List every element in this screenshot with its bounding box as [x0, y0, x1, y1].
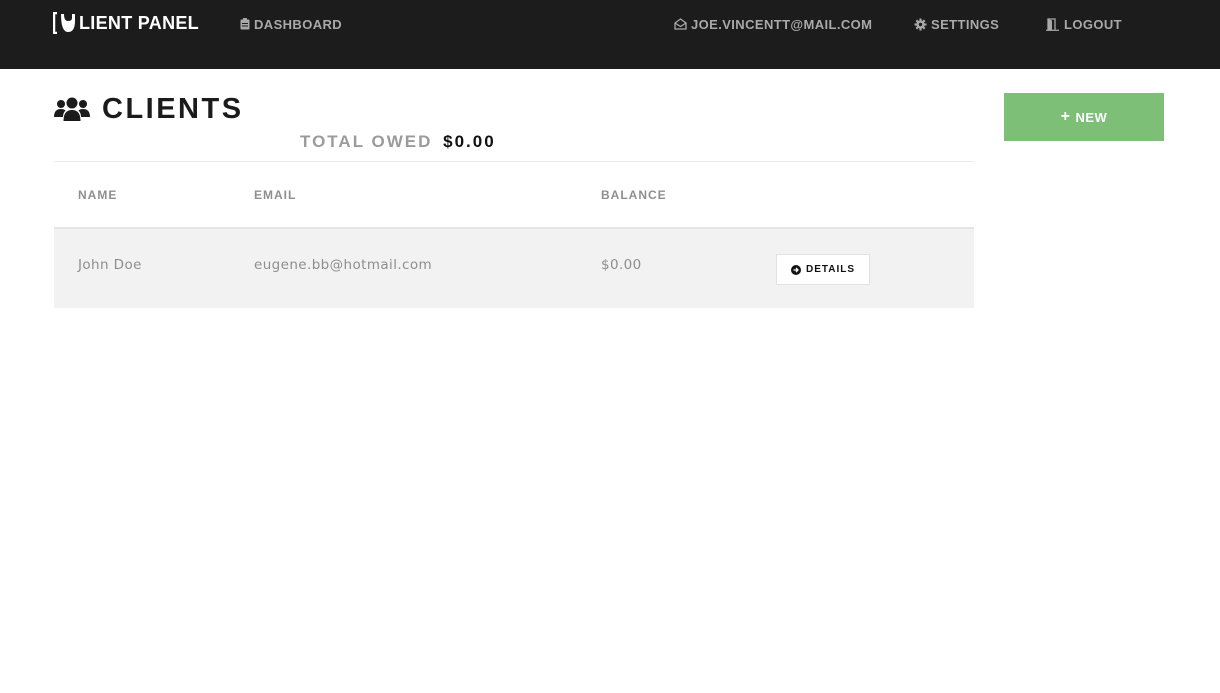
total-owed-value: $0.00 — [443, 132, 496, 151]
envelope-open-icon — [674, 18, 687, 30]
new-client-button-label: NEW — [1075, 109, 1108, 125]
brand-text: LIENT PANEL — [79, 12, 199, 33]
nav-logout-label: LOGOUT — [1064, 16, 1123, 32]
header-name: NAME — [78, 188, 118, 202]
client-balance: $0.00 — [601, 257, 642, 273]
page-title-text: CLIENTS — [102, 92, 244, 125]
brand-link[interactable]: LIENT PANEL — [52, 11, 199, 35]
nav-dashboard-label: DASHBOARD — [254, 16, 343, 32]
clipboard-icon — [240, 18, 250, 30]
nav-logout[interactable]: LOGOUT — [1046, 16, 1122, 32]
navbar: LIENT PANEL DASHBOARD JOE.VINCENTT@MAIL.… — [0, 0, 1220, 69]
nav-settings[interactable]: SETTINGS — [914, 16, 999, 32]
client-name: John Doe — [78, 257, 142, 273]
details-button[interactable]: DETAILS — [776, 254, 870, 285]
header-balance: BALANCE — [601, 188, 667, 202]
gear-icon — [914, 18, 927, 30]
new-client-button[interactable]: + NEW — [1004, 93, 1164, 141]
page-title: CLIENTS — [54, 92, 244, 126]
clients-table: NAME EMAIL BALANCE John Doe eugene.bb@ho… — [54, 162, 974, 308]
arrow-circle-right-icon — [790, 264, 801, 275]
door-icon — [1046, 17, 1059, 31]
header-email: EMAIL — [254, 188, 297, 202]
details-button-label: DETAILS — [805, 264, 856, 275]
users-icon — [54, 97, 90, 121]
total-owed-label: TOTAL OWED — [300, 132, 433, 151]
nav-settings-label: SETTINGS — [931, 16, 1000, 32]
table-row: John Doe eugene.bb@hotmail.com $0.00 DET… — [54, 229, 974, 308]
table-header: NAME EMAIL BALANCE — [54, 162, 974, 229]
nav-user-email[interactable]: JOE.VINCENTT@MAIL.COM — [674, 16, 872, 32]
total-owed: TOTAL OWED $0.00 — [300, 132, 496, 152]
client-email: eugene.bb@hotmail.com — [254, 257, 433, 273]
nav-user-email-label: JOE.VINCENTT@MAIL.COM — [691, 16, 873, 32]
plus-icon: + — [1060, 108, 1071, 125]
bracket-logo-icon — [52, 11, 79, 35]
nav-dashboard[interactable]: DASHBOARD — [240, 16, 342, 32]
